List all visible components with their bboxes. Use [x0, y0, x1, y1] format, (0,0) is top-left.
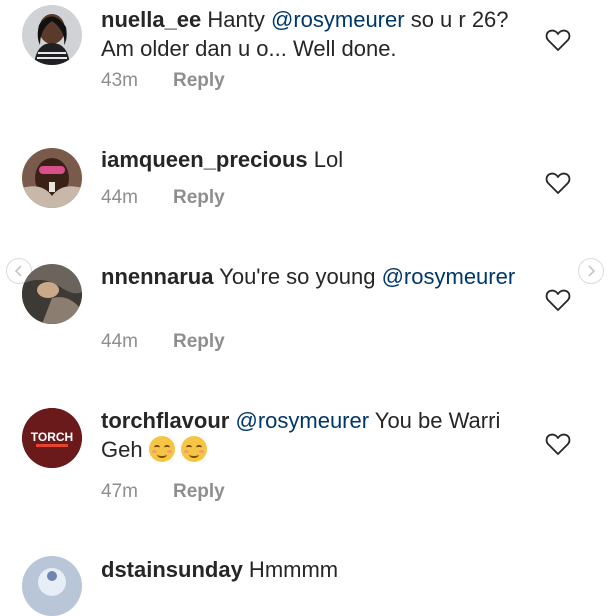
comment-meta: 44m Reply: [101, 187, 225, 209]
comment-text: iamqueen_precious Lol: [101, 145, 521, 174]
comment-mention[interactable]: @rosymeurer: [382, 264, 516, 289]
comment-username[interactable]: nuella_ee: [101, 7, 201, 32]
heart-outline-icon[interactable]: [545, 288, 571, 312]
reply-button[interactable]: Reply: [173, 70, 225, 91]
comment-time: 44m: [101, 187, 138, 208]
comment-time: 47m: [101, 481, 138, 502]
comment-username[interactable]: torchflavour: [101, 408, 229, 433]
comment-text: dstainsunday Hmmmm: [101, 555, 521, 584]
smiling-face-emoji-icon: [148, 436, 175, 462]
avatar-logo-text: TORCH: [31, 430, 73, 444]
comment-text-part: Hanty: [201, 7, 271, 32]
heart-outline-icon[interactable]: [545, 28, 571, 52]
chevron-right-icon[interactable]: [578, 258, 604, 284]
comment-time: 43m: [101, 70, 138, 91]
comment-text-part: Hmmmm: [242, 557, 339, 582]
comment-username[interactable]: dstainsunday: [101, 557, 243, 582]
heart-outline-icon[interactable]: [545, 432, 571, 456]
avatar[interactable]: [22, 556, 82, 616]
smiling-face-emoji-icon: [180, 436, 207, 462]
heart-outline-icon[interactable]: [545, 171, 571, 195]
comment-text: nuella_ee Hanty @rosymeurer so u r 26? A…: [101, 5, 521, 63]
comment-username[interactable]: nnennarua: [101, 264, 213, 289]
avatar[interactable]: TORCH: [22, 408, 82, 468]
comment-text: torchflavour @rosymeurer You be Warri Ge…: [101, 406, 521, 464]
reply-button[interactable]: Reply: [173, 187, 225, 208]
reply-button[interactable]: Reply: [173, 331, 225, 352]
comment-mention[interactable]: @rosymeurer: [271, 7, 405, 32]
avatar[interactable]: [22, 264, 82, 324]
comment-meta: 47m Reply: [101, 481, 225, 503]
comment-meta: 44m Reply: [101, 331, 225, 353]
avatar[interactable]: [22, 5, 82, 65]
avatar[interactable]: [22, 148, 82, 208]
comment-meta: 43m Reply: [101, 70, 225, 92]
comment-text-part: You're so young: [213, 264, 382, 289]
comment-text: nnennarua You're so young @rosymeurer: [101, 262, 521, 291]
comment-username[interactable]: iamqueen_precious: [101, 147, 308, 172]
comment-text-part: Lol: [307, 147, 344, 172]
comment-time: 44m: [101, 331, 138, 352]
comment-mention[interactable]: @rosymeurer: [235, 408, 369, 433]
reply-button[interactable]: Reply: [173, 481, 225, 502]
